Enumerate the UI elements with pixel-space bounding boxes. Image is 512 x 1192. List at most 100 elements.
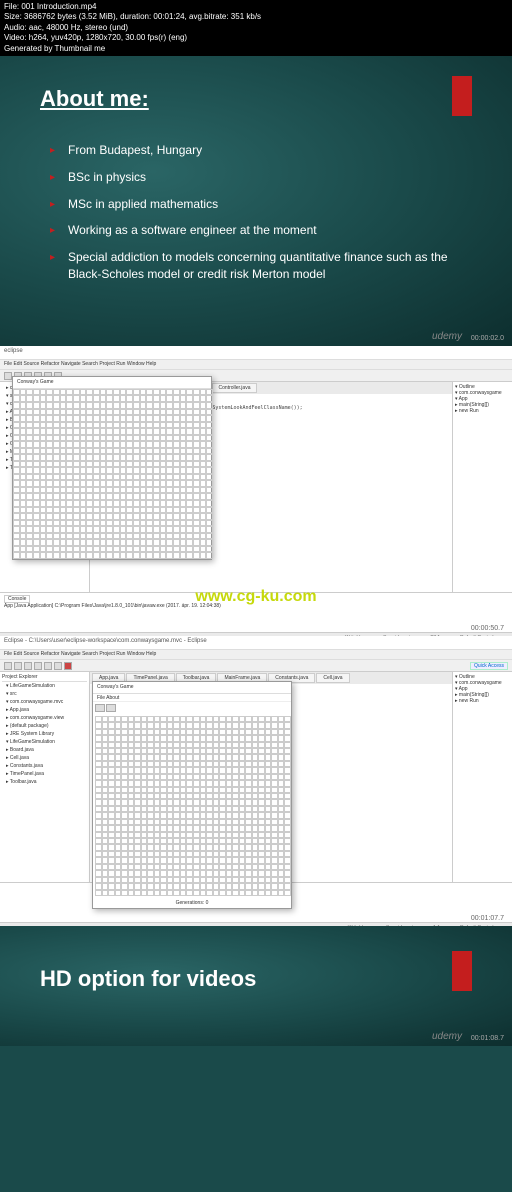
grid-cell[interactable] — [120, 552, 127, 559]
grid-cell[interactable] — [86, 552, 93, 559]
popup-menu[interactable]: File About — [93, 694, 291, 702]
meta-size: Size: 3686762 bytes (3.52 MiB), duration… — [4, 12, 508, 22]
editor-tab[interactable]: Cell.java — [316, 673, 349, 683]
red-accent-tab — [452, 76, 472, 116]
tool-icon[interactable] — [44, 662, 52, 670]
grid-cell[interactable] — [106, 552, 113, 559]
conway-grid[interactable] — [95, 716, 291, 896]
grid-cell[interactable] — [33, 552, 40, 559]
grid-cell[interactable] — [53, 552, 60, 559]
tree-node[interactable]: ▸ (default package) — [6, 722, 87, 730]
new-icon[interactable] — [4, 372, 12, 380]
stop-icon[interactable] — [64, 662, 72, 670]
grid-cell[interactable] — [126, 552, 133, 559]
grid-cell[interactable] — [160, 552, 167, 559]
tree-node[interactable]: ▸ Toolbar.java — [6, 778, 87, 786]
menubar[interactable]: File Edit Source Refactor Navigate Searc… — [0, 360, 512, 370]
grid-cell[interactable] — [206, 552, 213, 559]
red-accent-tab — [452, 951, 472, 991]
grid-cell[interactable] — [140, 552, 147, 559]
pause-icon[interactable] — [106, 704, 116, 712]
outline-panel[interactable]: ▾ Outline ▾ com.conwaysgame ▾ App ▸ main… — [452, 672, 512, 882]
grid-cell[interactable] — [193, 552, 200, 559]
tree-node[interactable]: ▾ com.conwaysgame.mvc — [6, 698, 87, 706]
tree-node[interactable]: ▾ LifeGameSimulation — [6, 738, 87, 746]
debug-icon[interactable] — [34, 662, 42, 670]
bullet-item: From Budapest, Hungary — [50, 142, 472, 159]
eclipse-ide-1: eclipse File Edit Source Refactor Naviga… — [0, 346, 512, 636]
outline-panel[interactable]: ▾ Outline ▾ com.conwaysgame ▾ App ▸ main… — [452, 382, 512, 592]
grid-cell[interactable] — [46, 552, 53, 559]
window-title: Eclipse - C:\Users\user\eclipse-workspac… — [4, 638, 207, 647]
tree-node[interactable]: ▸ TimePanel.java — [6, 770, 87, 778]
video-metadata: File: 001 Introduction.mp4 Size: 3686762… — [0, 0, 512, 56]
tree-node[interactable]: ▸ com.conwaysgame.view — [6, 714, 87, 722]
conway-grid-window[interactable]: Conway's Game — [12, 376, 212, 560]
popup-footer: Generations: 0 — [93, 898, 291, 908]
tree-node[interactable]: ▸ App.java — [6, 706, 87, 714]
outline-node[interactable]: ▸ new Run — [455, 408, 510, 414]
eclipse-ide-2: Eclipse - C:\Users\user\eclipse-workspac… — [0, 636, 512, 926]
grid-cell[interactable] — [173, 552, 180, 559]
conway-grid-window[interactable]: Conway's Game File About Generations: 0 — [92, 681, 292, 909]
bullet-item: BSc in physics — [50, 169, 472, 186]
grid-cell[interactable] — [66, 552, 73, 559]
project-explorer-label: Project Explorer — [2, 674, 87, 682]
tree-node[interactable]: ▾ LifeGameSimulation — [6, 682, 87, 690]
console-output: App [Java Application] C:\Program Files\… — [4, 603, 508, 609]
slide-title: HD option for videos — [40, 966, 472, 992]
grid-cell[interactable] — [284, 890, 291, 896]
window-title: eclipse — [4, 348, 23, 357]
grid-cell[interactable] — [133, 552, 140, 559]
popup-title[interactable]: Conway's Game — [93, 682, 291, 694]
slide-hd-option: HD option for videos udemy 00:01:08.7 — [0, 926, 512, 1046]
bullet-list: From Budapest, Hungary BSc in physics MS… — [40, 142, 472, 283]
grid-cell[interactable] — [180, 552, 187, 559]
grid-cell[interactable] — [113, 552, 120, 559]
grid-cell[interactable] — [166, 552, 173, 559]
conway-grid[interactable] — [13, 389, 213, 559]
meta-file: File: 001 Introduction.mp4 — [4, 2, 508, 12]
tree-node[interactable]: ▸ Constants.java — [6, 762, 87, 770]
editor-tab[interactable]: Controller.java — [212, 383, 258, 393]
popup-title[interactable]: Conway's Game — [13, 377, 211, 389]
quick-access[interactable]: Quick Access — [470, 662, 508, 670]
project-explorer[interactable]: Project Explorer ▾ LifeGameSimulation ▾ … — [0, 672, 90, 882]
tree-node[interactable]: ▾ src — [6, 690, 87, 698]
grid-cell[interactable] — [93, 552, 100, 559]
tree-node[interactable]: ▸ JRE System Library — [6, 730, 87, 738]
bullet-item: MSc in applied mathematics — [50, 196, 472, 213]
grid-cell[interactable] — [146, 552, 153, 559]
grid-cell[interactable] — [20, 552, 27, 559]
window-titlebar[interactable]: Eclipse - C:\Users\user\eclipse-workspac… — [0, 636, 512, 650]
grid-cell[interactable] — [200, 552, 207, 559]
save-icon[interactable] — [14, 662, 22, 670]
grid-cell[interactable] — [73, 552, 80, 559]
grid-cell[interactable] — [80, 552, 87, 559]
meta-video: Video: h264, yuv420p, 1280x720, 30.00 fp… — [4, 33, 508, 43]
tree-node[interactable]: ▸ Cell.java — [6, 754, 87, 762]
slide-title: About me: — [40, 86, 472, 112]
grid-cell[interactable] — [100, 552, 107, 559]
timestamp: 00:00:50.7 — [471, 625, 504, 632]
tree-node[interactable]: ▸ Board.java — [6, 746, 87, 754]
grid-cell[interactable] — [26, 552, 33, 559]
grid-cell[interactable] — [13, 552, 20, 559]
bullet-item: Working as a software engineer at the mo… — [50, 222, 472, 239]
udemy-logo: udemy — [432, 331, 462, 342]
tool-icon[interactable] — [54, 662, 62, 670]
new-icon[interactable] — [4, 662, 12, 670]
console-panel[interactable]: Console App [Java Application] C:\Progra… — [0, 592, 512, 632]
grid-cell[interactable] — [153, 552, 160, 559]
grid-cell[interactable] — [60, 552, 67, 559]
toolbar[interactable]: Quick Access — [0, 660, 512, 672]
window-titlebar[interactable]: eclipse — [0, 346, 512, 360]
run-icon[interactable] — [24, 662, 32, 670]
menubar[interactable]: File Edit Source Refactor Navigate Searc… — [0, 650, 512, 660]
grid-cell[interactable] — [40, 552, 47, 559]
timestamp: 00:01:08.7 — [471, 1035, 504, 1042]
grid-cell[interactable] — [186, 552, 193, 559]
outline-node[interactable]: ▸ new Run — [455, 698, 510, 704]
play-icon[interactable] — [95, 704, 105, 712]
console-tab[interactable]: Console — [4, 595, 30, 603]
